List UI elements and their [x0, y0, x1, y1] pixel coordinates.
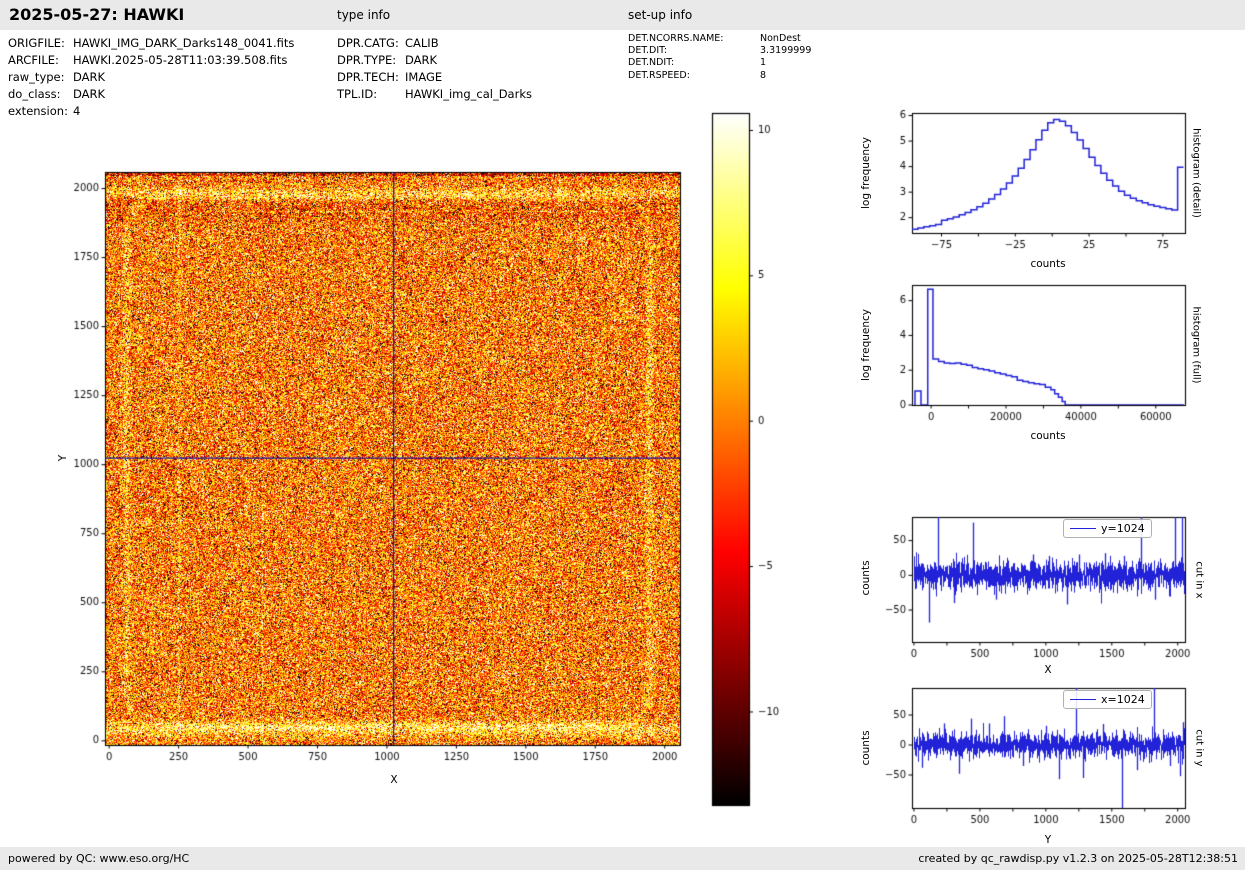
info-value: 3.3199999: [760, 45, 812, 57]
info-label: do_class:: [8, 87, 61, 101]
info-label: DPR.CATG:: [337, 36, 399, 50]
header-bar: 2025-05-27: HAWKI type info set-up info: [0, 0, 1245, 30]
cut-y-legend: x=1024: [1063, 690, 1152, 709]
info-label: DPR.TECH:: [337, 70, 399, 84]
info-row-dpr-type: DPR.TYPE: DARK: [337, 52, 532, 69]
detector-image-plot: [58, 160, 693, 795]
info-label: ARCFILE:: [8, 53, 59, 67]
cut-y-legend-label: x=1024: [1101, 693, 1145, 706]
legend-line-sample: [1070, 528, 1096, 529]
info-value: 4: [73, 104, 81, 118]
info-row-origfile: ORIGFILE: HAWKI_IMG_DARK_Darks148_0041.fi…: [8, 35, 294, 52]
cut-x-yaxis-label: counts: [860, 560, 872, 596]
setup-info-list: DET.NCORRS.NAME: NonDest DET.DIT: 3.319999…: [628, 33, 811, 82]
cut-y-yaxis-label: counts: [860, 730, 872, 766]
histogram-detail-plot: [868, 100, 1193, 252]
info-row-dpr-catg: DPR.CATG: CALIB: [337, 35, 532, 52]
type-info-list: DPR.CATG: CALIB DPR.TYPE: DARK DPR.TECH: IM…: [337, 35, 532, 103]
info-value: NonDest: [760, 33, 801, 44]
info-label: TPL.ID:: [337, 87, 378, 101]
info-label: ORIGFILE:: [8, 36, 65, 50]
info-value: DARK: [73, 70, 106, 84]
info-label: DET.RSPEED:: [628, 69, 690, 81]
page-title: 2025-05-27: HAWKI: [9, 5, 185, 24]
file-info-list: ORIGFILE: HAWKI_IMG_DARK_Darks148_0041.fi…: [8, 35, 294, 120]
cut-x-legend-label: y=1024: [1101, 522, 1145, 535]
info-row-extension: extension: 4: [8, 103, 294, 120]
info-row-dit: DET.DIT: 3.3199999: [628, 45, 811, 57]
main-xaxis-label: X: [390, 774, 398, 786]
setup-info-heading: set-up info: [628, 8, 693, 22]
info-label: DET.DIT:: [628, 45, 668, 57]
hist-detail-yaxis-label: log frequency: [860, 136, 872, 210]
type-info-heading: type info: [337, 8, 391, 22]
info-value: CALIB: [405, 36, 439, 50]
cut-x-side-label: cut in x: [1193, 561, 1205, 599]
info-value: DARK: [73, 87, 106, 101]
info-row-dpr-tech: DPR.TECH: IMAGE: [337, 69, 532, 86]
info-value: 8: [760, 69, 767, 81]
main-yaxis-label: Y: [57, 454, 69, 462]
hist-detail-side-label: histogram (detail): [1190, 128, 1202, 218]
footer-left-text: powered by QC: www.eso.org/HC: [8, 852, 190, 865]
info-row-rspeed: DET.RSPEED: 8: [628, 70, 811, 82]
legend-line-sample: [1070, 699, 1096, 700]
hist-detail-xaxis-label: counts: [1030, 258, 1066, 270]
info-value: HAWKI_img_cal_Darks: [405, 87, 532, 101]
cut-y-xaxis-label: Y: [1044, 834, 1052, 846]
info-row-rawtype: raw_type: DARK: [8, 69, 294, 86]
info-value: DARK: [405, 53, 438, 67]
info-label: DPR.TYPE:: [337, 53, 397, 67]
info-label: extension:: [8, 104, 68, 118]
colorbar: [706, 106, 791, 818]
cut-x-xaxis-label: X: [1044, 664, 1052, 676]
info-row-doclass: do_class: DARK: [8, 86, 294, 103]
info-row-tpl-id: TPL.ID: HAWKI_img_cal_Darks: [337, 86, 532, 103]
info-value: 1: [760, 57, 767, 69]
qc-report-page: 2025-05-27: HAWKI type info set-up info …: [0, 0, 1245, 870]
info-row-ncorrs: DET.NCORRS.NAME: NonDest: [628, 33, 811, 45]
hist-full-yaxis-label: log frequency: [860, 308, 872, 382]
info-value: HAWKI_IMG_DARK_Darks148_0041.fits: [73, 36, 295, 50]
info-row-ndit: DET.NDIT: 1: [628, 57, 811, 69]
info-label: raw_type:: [8, 70, 65, 84]
info-label: DET.NDIT:: [628, 57, 675, 69]
cut-x-legend: y=1024: [1063, 519, 1152, 538]
histogram-full-plot: [868, 272, 1193, 424]
info-value: HAWKI.2025-05-28T11:03:39.508.fits: [73, 53, 288, 67]
hist-full-xaxis-label: counts: [1030, 430, 1066, 442]
info-row-arcfile: ARCFILE: HAWKI.2025-05-28T11:03:39.508.fi…: [8, 52, 294, 69]
cut-y-side-label: cut in y: [1193, 729, 1205, 767]
footer-right-text: created by qc_rawdisp.py v1.2.3 on 2025-…: [918, 852, 1238, 865]
info-label: DET.NCORRS.NAME:: [628, 33, 724, 44]
footer-bar: powered by QC: www.eso.org/HC created by…: [0, 847, 1245, 870]
hist-full-side-label: histogram (full): [1190, 306, 1202, 384]
info-value: IMAGE: [405, 70, 443, 84]
